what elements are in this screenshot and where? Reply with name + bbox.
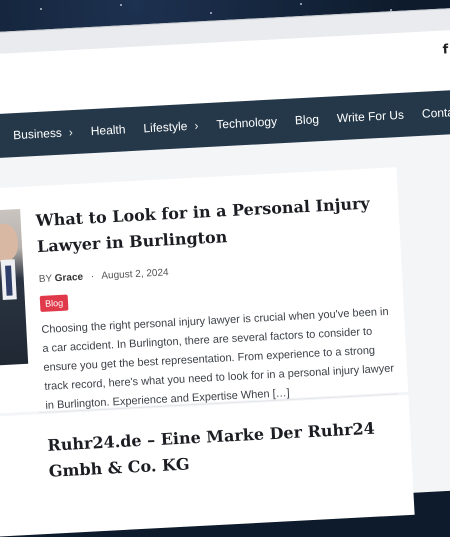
nav-item-label: Blog [294,112,320,128]
nav-item-health[interactable]: Health [81,122,134,139]
nav-item-label: Contact [421,104,450,121]
nav-item-label: Technology [215,114,278,132]
post-author[interactable]: Grace [54,272,83,284]
by-label: BY [38,273,53,286]
nav-item-label: Write For Us [336,107,405,126]
main-content: What to Look for in a Personal Injury La… [0,133,450,537]
meta-separator: · [90,271,95,283]
nav-item-business[interactable]: Business › [4,125,82,143]
nav-item-technology[interactable]: Technology [207,114,286,132]
chevron-right-icon: › [68,125,74,140]
nav-item-label: Business [12,125,63,143]
person-photo [0,223,19,263]
website-screen: f › Business › Health Lifestyle › Techno… [0,0,450,537]
web-page: f › Business › Health Lifestyle › Techno… [0,28,450,537]
nav-item-lifestyle[interactable]: Lifestyle › [134,118,208,136]
nav-item-blog[interactable]: Blog [286,112,329,128]
nav-item-label: Lifestyle [143,119,188,136]
facebook-icon[interactable]: f [442,42,448,57]
nav-item-write-for-us[interactable]: Write For Us [328,107,414,125]
chevron-right-icon: › [194,118,199,133]
nav-item-label: Health [90,122,126,139]
nav-item-contact[interactable]: Contact [413,104,450,121]
category-badge[interactable]: Blog [39,294,69,313]
